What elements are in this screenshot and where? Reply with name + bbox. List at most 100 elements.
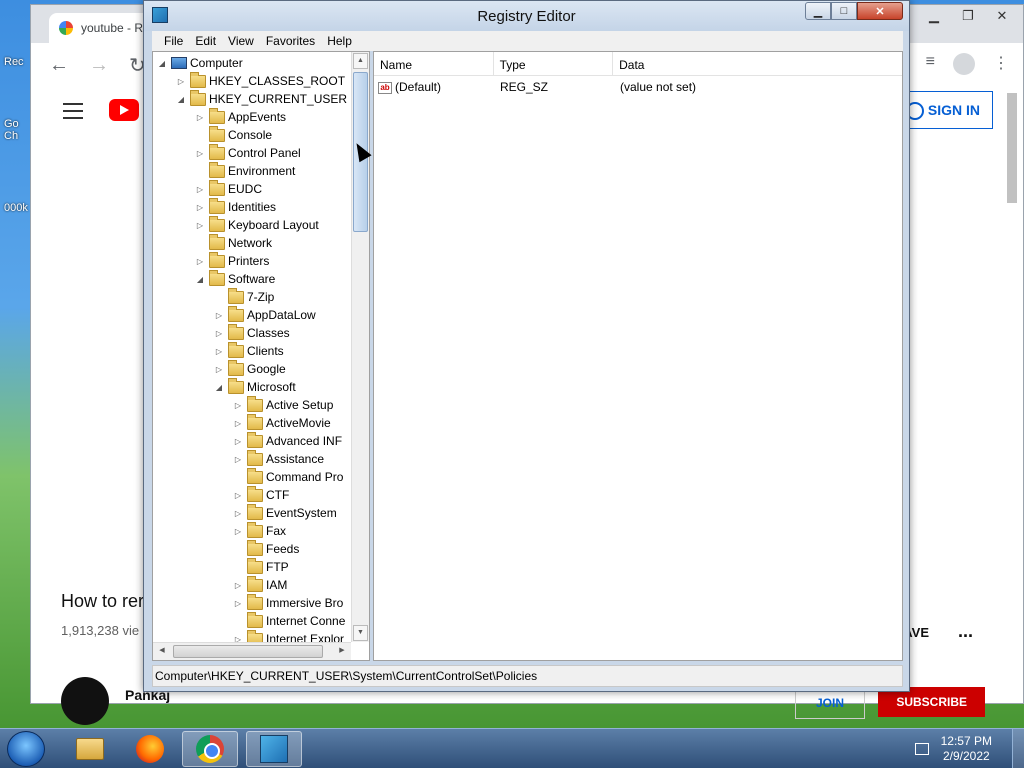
taskbar-chrome-button[interactable] — [182, 731, 238, 767]
tree-node[interactable]: Environment — [195, 161, 295, 180]
tree-node[interactable]: ▷ Immersive Bro — [233, 593, 343, 612]
taskbar-regedit-button[interactable] — [246, 731, 302, 767]
page-scrollbar[interactable] — [1007, 93, 1017, 203]
tree-node[interactable]: ▷ Advanced INF — [233, 431, 342, 450]
expand-toggle-icon[interactable]: ▷ — [214, 347, 224, 356]
expand-toggle-icon[interactable]: ◢ — [195, 275, 205, 284]
tree-node[interactable]: ▷ Assistance — [233, 449, 324, 468]
tree-node[interactable]: 7-Zip — [214, 287, 274, 306]
forward-icon[interactable]: → — [89, 54, 109, 77]
close-button[interactable]: ✕ — [857, 2, 903, 20]
expand-toggle-icon[interactable]: ▷ — [195, 113, 205, 122]
tree-node[interactable]: ▷ Active Setup — [233, 395, 333, 414]
column-header-data[interactable]: Data — [613, 52, 902, 75]
tree-node[interactable]: ▷ ActiveMovie — [233, 413, 331, 432]
title-bar[interactable]: Registry Editor ▁ □ ✕ — [144, 1, 909, 31]
media-queue-icon[interactable]: ≡ — [926, 53, 935, 75]
expand-toggle-icon[interactable]: ▷ — [176, 77, 186, 86]
scroll-thumb-horizontal[interactable] — [173, 645, 323, 658]
hamburger-menu-icon[interactable] — [63, 103, 83, 124]
sign-in-button[interactable]: SIGN IN — [896, 91, 993, 129]
expand-toggle-icon[interactable]: ▷ — [233, 635, 243, 643]
tree-node[interactable]: ▷ IAM — [233, 575, 287, 594]
kebab-menu-icon[interactable]: ⋮ — [993, 53, 1009, 75]
desktop-icon-label[interactable]: Rec — [4, 56, 30, 68]
scroll-down-icon[interactable]: ▼ — [353, 625, 368, 641]
taskbar-explorer-button[interactable] — [62, 731, 118, 767]
youtube-logo[interactable] — [109, 99, 139, 121]
tree-node[interactable]: ▷ Classes — [214, 323, 290, 342]
tree-node[interactable]: ▷ Internet Explor — [233, 629, 344, 643]
taskbar-firefox-button[interactable] — [122, 731, 178, 767]
expand-toggle-icon[interactable]: ▷ — [195, 185, 205, 194]
tree-node[interactable]: ▷ Clients — [214, 341, 284, 360]
menu-view[interactable]: View — [222, 34, 260, 48]
menu-favorites[interactable]: Favorites — [260, 34, 321, 48]
expand-toggle-icon[interactable]: ▷ — [233, 419, 243, 428]
tree-node[interactable]: ▷ EventSystem — [233, 503, 337, 522]
tree-node[interactable]: Feeds — [233, 539, 299, 558]
tree-node[interactable]: Internet Conne — [233, 611, 345, 630]
menu-help[interactable]: Help — [321, 34, 358, 48]
menu-edit[interactable]: Edit — [189, 34, 222, 48]
expand-toggle-icon[interactable]: ▷ — [233, 401, 243, 410]
column-header-type[interactable]: Type — [494, 52, 614, 75]
desktop-icon-label[interactable]: Go Ch — [4, 118, 30, 142]
expand-toggle-icon[interactable]: ▷ — [233, 581, 243, 590]
expand-toggle-icon[interactable]: ▷ — [214, 329, 224, 338]
show-desktop-button[interactable] — [1012, 729, 1024, 768]
tree-node[interactable]: Console — [195, 125, 272, 144]
expand-toggle-icon[interactable]: ▷ — [195, 221, 205, 230]
maximize-button[interactable]: □ — [831, 2, 857, 20]
back-icon[interactable]: ← — [49, 54, 69, 77]
expand-toggle-icon[interactable]: ▷ — [214, 311, 224, 320]
expand-toggle-icon[interactable]: ▷ — [195, 257, 205, 266]
expand-toggle-icon[interactable]: ▷ — [214, 365, 224, 374]
minimize-icon[interactable]: ▁ — [917, 5, 951, 27]
scroll-right-icon[interactable]: ▶ — [334, 644, 350, 659]
expand-toggle-icon[interactable]: ▷ — [233, 509, 243, 518]
expand-toggle-icon[interactable]: ▷ — [233, 527, 243, 536]
tree-node[interactable]: ▷ Control Panel — [195, 143, 301, 162]
expand-toggle-icon[interactable]: ▷ — [233, 455, 243, 464]
expand-toggle-icon[interactable]: ▷ — [233, 491, 243, 500]
expand-toggle-icon[interactable]: ▷ — [195, 149, 205, 158]
desktop-icon-label[interactable]: 000k — [4, 202, 30, 214]
start-button[interactable] — [7, 731, 45, 767]
tree-node[interactable]: ◢ Software — [195, 269, 275, 288]
minimize-button[interactable]: ▁ — [805, 2, 831, 20]
expand-toggle-icon[interactable]: ▷ — [233, 437, 243, 446]
tree-node[interactable]: Command Pro — [233, 467, 343, 486]
restore-icon[interactable]: ❐ — [951, 5, 985, 27]
scroll-up-icon[interactable]: ▲ — [353, 53, 368, 69]
column-header-name[interactable]: Name — [374, 52, 494, 75]
tree-node[interactable]: ▷ AppDataLow — [214, 305, 316, 324]
tree-node[interactable]: ▷ Keyboard Layout — [195, 215, 319, 234]
expand-toggle-icon[interactable]: ▷ — [195, 203, 205, 212]
channel-avatar[interactable] — [61, 677, 109, 725]
tree-node[interactable]: ▷ EUDC — [195, 179, 262, 198]
list-item[interactable]: ab (Default) REG_SZ (value not set) — [374, 76, 902, 98]
avatar[interactable] — [953, 53, 975, 75]
tree-node[interactable]: ◢ HKEY_CURRENT_USER — [176, 89, 347, 108]
tree-node[interactable]: ▷ Google — [214, 359, 286, 378]
tree-node[interactable]: ▷ HKEY_CLASSES_ROOT — [176, 71, 345, 90]
expand-toggle-icon[interactable]: ▷ — [233, 599, 243, 608]
menu-file[interactable]: File — [158, 34, 189, 48]
tree-node[interactable]: ▷ AppEvents — [195, 107, 286, 126]
tree-node[interactable]: ▷ Identities — [195, 197, 276, 216]
expand-toggle-icon[interactable]: ◢ — [214, 383, 224, 392]
tree-horizontal-scrollbar[interactable]: ◀ ▶ — [153, 642, 351, 660]
tree-node[interactable]: ◢ Microsoft — [214, 377, 296, 396]
tree-node[interactable]: FTP — [233, 557, 289, 576]
more-actions-button[interactable]: ... — [958, 621, 973, 642]
expand-toggle-icon[interactable]: ◢ — [157, 59, 167, 68]
close-icon[interactable]: ✕ — [985, 5, 1019, 27]
tree-node[interactable]: ▷ Printers — [195, 251, 269, 270]
tree-node[interactable]: Network — [195, 233, 272, 252]
scroll-left-icon[interactable]: ◀ — [154, 644, 170, 659]
tree-node[interactable]: ▷ CTF — [233, 485, 289, 504]
tree-node[interactable]: ◢ Computer — [157, 54, 243, 72]
expand-toggle-icon[interactable]: ◢ — [176, 95, 186, 104]
tree-node[interactable]: ▷ Fax — [233, 521, 286, 540]
